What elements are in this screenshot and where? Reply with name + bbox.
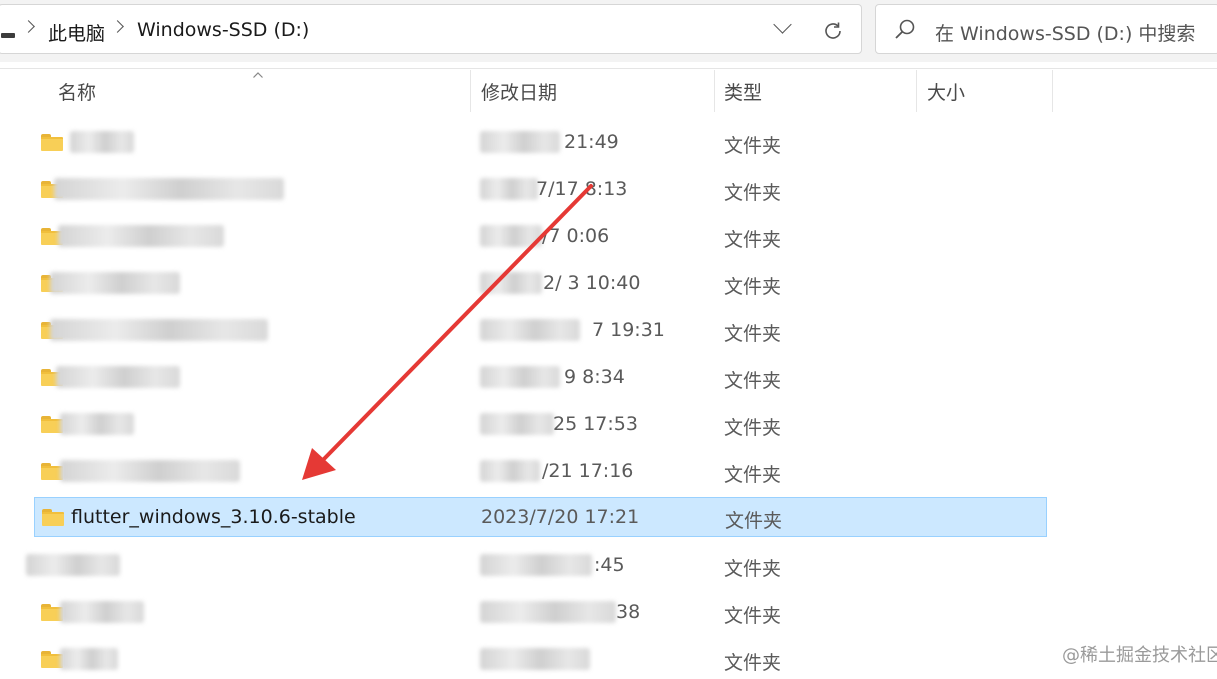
file-type: 文件夹 [724,464,782,486]
file-type: 文件夹 [724,276,782,298]
watermark: @稀土掘金技术社区 [1062,645,1217,666]
file-type: 文件夹 [724,182,782,204]
redacted-date [480,460,540,482]
file-modified: 2023/7/20 17:21 [481,506,640,528]
redacted-name [70,131,134,153]
column-divider[interactable] [714,70,715,112]
redacted-date [480,366,560,388]
divider [0,68,1217,69]
file-modified: 38 [616,601,641,623]
redacted-name [60,648,118,670]
table-row[interactable]: /7 0:06 文件夹 [34,216,1047,256]
redacted-name [50,319,268,341]
file-type: 文件夹 [724,323,782,345]
file-modified: 7/17 8:13 [536,178,628,200]
chevron-down-icon[interactable] [773,15,792,34]
redacted-date [480,648,590,670]
address-bar[interactable]: 此电脑 Windows-SSD (D:) [0,4,862,54]
breadcrumb-this-pc[interactable]: 此电脑 [48,19,105,46]
file-modified: /7 0:06 [542,225,610,247]
column-divider[interactable] [916,70,917,112]
table-row-selected[interactable]: flutter_windows_3.10.6-stable 2023/7/20 … [34,497,1047,537]
redacted-name [26,554,120,576]
table-row[interactable]: 9 8:34 文件夹 [34,357,1047,397]
file-type: 文件夹 [724,558,782,580]
file-name: flutter_windows_3.10.6-stable [71,506,356,528]
folder-icon [41,134,63,151]
redacted-name [50,272,180,294]
file-type: 文件夹 [724,652,782,674]
file-type: 文件夹 [724,135,782,157]
redacted-name [60,413,134,435]
table-row[interactable]: 7 19:31 文件夹 [34,310,1047,350]
table-row[interactable]: :45 文件夹 [26,545,1047,585]
redacted-date [480,225,542,247]
column-header-name[interactable]: 名称 [58,78,96,105]
redacted-name [60,460,240,482]
table-row[interactable]: 21:49 文件夹 [34,122,1047,162]
table-row[interactable]: 文件夹 [34,639,1047,679]
breadcrumb-separator-icon[interactable] [22,20,35,33]
redacted-date [480,178,538,200]
search-placeholder: 在 Windows-SSD (D:) 中搜索 [935,23,1196,45]
redacted-name [58,225,224,247]
file-type: 文件夹 [725,510,783,532]
breadcrumb-drive-d[interactable]: Windows-SSD (D:) [137,19,309,41]
file-type: 文件夹 [724,417,782,439]
redacted-date [480,601,616,623]
file-modified: :45 [594,554,625,576]
file-type: 文件夹 [724,229,782,251]
file-modified: 21:49 [564,131,619,153]
drive-icon [1,33,15,38]
folder-icon [42,509,64,526]
redacted-name [60,601,144,623]
table-row[interactable]: 25 17:53 文件夹 [34,404,1047,444]
file-modified: 7 19:31 [592,319,665,341]
file-modified: 9 8:34 [564,366,625,388]
file-modified: /21 17:16 [542,460,634,482]
file-type: 文件夹 [724,605,782,627]
table-row[interactable]: 38 文件夹 [34,592,1047,632]
column-divider[interactable] [470,70,471,112]
top-bar: 此电脑 Windows-SSD (D:) 在 Windows-SSD (D:) … [0,0,1217,62]
column-header-modified[interactable]: 修改日期 [481,78,557,105]
redacted-date [480,131,560,153]
table-row[interactable]: 7/17 8:13 文件夹 [34,169,1047,209]
search-icon [895,19,915,39]
column-header-type[interactable]: 类型 [724,78,762,105]
redacted-date [480,554,592,576]
redacted-date [480,319,580,341]
file-modified: 25 17:53 [553,413,638,435]
file-type: 文件夹 [724,370,782,392]
table-row[interactable]: 2/ 3 10:40 文件夹 [34,263,1047,303]
search-box[interactable]: 在 Windows-SSD (D:) 中搜索 [875,4,1217,54]
column-header-size[interactable]: 大小 [927,78,965,105]
redacted-name [54,178,284,200]
column-divider[interactable] [1052,70,1053,112]
table-row[interactable]: /21 17:16 文件夹 [34,451,1047,491]
file-modified: 2/ 3 10:40 [543,272,641,294]
breadcrumb-separator-icon[interactable] [111,20,124,33]
redacted-date [480,413,554,435]
redacted-date [480,272,542,294]
redacted-name [56,366,180,388]
sort-ascending-icon [253,72,263,78]
refresh-icon[interactable] [822,20,844,42]
